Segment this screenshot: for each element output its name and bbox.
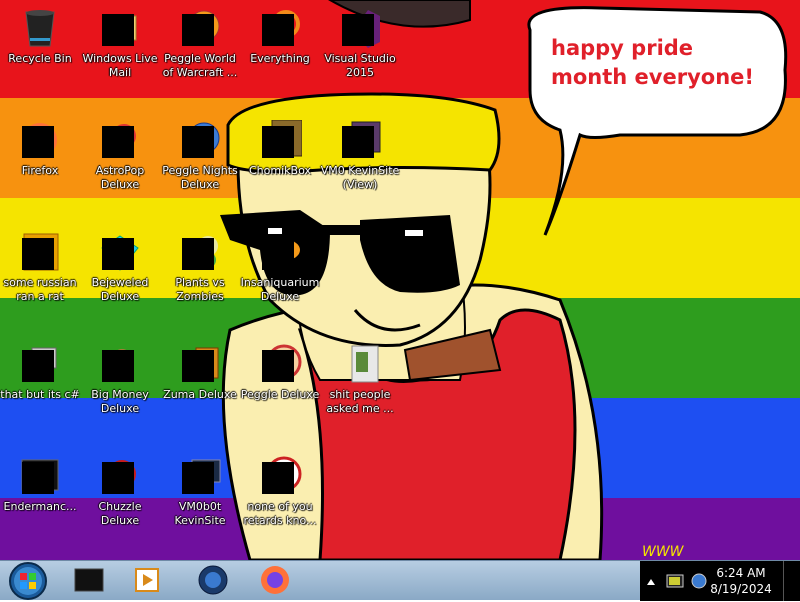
desktop-icon-label: Insaniquarium Deluxe [240, 276, 320, 303]
redaction-block [22, 126, 54, 158]
desktop-icon-vm0b0t-kevinsite[interactable]: VM0b0t KevinSite [160, 456, 240, 528]
desktop-icon-chomikbox[interactable]: ChomikBox [240, 120, 320, 178]
desktop-icon-label: Endermanc... [3, 500, 77, 513]
desktop-icon-label: Peggle World of Warcraft ... [162, 52, 238, 79]
show-hidden-icons-button[interactable] [644, 561, 658, 601]
svg-text:WWW: WWW [642, 544, 685, 560]
desktop-icon-peggle-nights-deluxe[interactable]: Peggle Nights Deluxe [160, 120, 240, 192]
desktop-icon-label: Everything [250, 52, 310, 65]
redaction-block [102, 238, 134, 270]
desktop-icon-label: Recycle Bin [8, 52, 72, 65]
desktop-icon-zuma-deluxe[interactable]: Zuma Deluxe [160, 344, 240, 402]
terminal-icon [74, 568, 104, 592]
desktop-icon-peggle-deluxe[interactable]: Peggle Deluxe [240, 344, 320, 402]
desktop-icon-windows-live-mail[interactable]: Windows Live Mail [80, 8, 160, 80]
desktop-icon-label: Peggle Nights Deluxe [162, 164, 238, 191]
system-tray: 6:24 AM 8/19/2024 [640, 561, 800, 601]
desktop-icon-label: Windows Live Mail [82, 52, 158, 79]
taskbar-button-firefox[interactable] [248, 562, 302, 598]
desktop-icon-label: Zuma Deluxe [163, 388, 237, 401]
redaction-block [342, 126, 374, 158]
desktop-icon-label: VM0 KevinSite (View) [320, 164, 400, 191]
redaction-block [182, 462, 214, 494]
redaction-block [102, 126, 134, 158]
firefox-icon [261, 566, 289, 594]
redaction-block [262, 238, 294, 270]
desktop-icon-label: Firefox [21, 164, 59, 177]
desktop-icon-label: Plants vs Zombies [175, 276, 225, 303]
desktop-icon-chuzzle-deluxe[interactable]: Chuzzle Deluxe [80, 456, 160, 528]
desktop: WWW happy pride month everyone! Recycle … [0, 0, 800, 560]
desktop-icon-insaniquarium-deluxe[interactable]: Insaniquarium Deluxe [240, 232, 320, 304]
desktop-icon-label: ChomikBox [249, 164, 311, 177]
redaction-block [182, 350, 214, 382]
desktop-icon-label: Chuzzle Deluxe [98, 500, 142, 527]
desktop-icon-vm0-kevinsite-view[interactable]: VM0 KevinSite (View) [320, 120, 400, 192]
redaction-block [262, 14, 294, 46]
desktop-icon-bejeweled-deluxe[interactable]: Bejeweled Deluxe [80, 232, 160, 304]
desktop-icon-everything[interactable]: Everything [240, 8, 320, 66]
redaction-block [102, 14, 134, 46]
desktop-icon-some-russian-ran-a-rat[interactable]: some russian ran a rat [0, 232, 80, 304]
redaction-block [182, 238, 214, 270]
redaction-block [102, 462, 134, 494]
redaction-block [102, 350, 134, 382]
desktop-icon-label: that but its c# [0, 388, 80, 401]
desktop-icon-label: Bejeweled Deluxe [91, 276, 149, 303]
desktop-icon-endermanc[interactable]: Endermanc... [0, 456, 80, 514]
desktop-icon-label: Peggle Deluxe [240, 388, 320, 401]
desktop-icon-firefox[interactable]: Firefox [0, 120, 80, 178]
taskbar-button-browser-app[interactable] [186, 562, 240, 598]
globe-icon [198, 565, 228, 595]
desktop-icon-label: Big Money Deluxe [91, 388, 149, 415]
desktop-icon-label: AstroPop Deluxe [95, 164, 145, 191]
speech-bubble-text: happy pride month everyone! [551, 36, 754, 89]
desktop-icon-visual-studio-2015[interactable]: Visual Studio 2015 [320, 8, 400, 80]
taskbar-button-terminal-app[interactable] [62, 562, 116, 598]
media-player-icon [135, 568, 159, 592]
desktop-icon-label: Visual Studio 2015 [324, 52, 396, 79]
redaction-block [262, 350, 294, 382]
desktop-icon-label: shit people asked me ... [326, 388, 394, 415]
desktop-icon-peggle-world-of-warcraft[interactable]: Peggle World of Warcraft ... [160, 8, 240, 80]
redaction-block [262, 462, 294, 494]
desktop-icon-shit-people-asked-me[interactable]: shit people asked me ... [320, 344, 400, 416]
taskbar: 6:24 AM 8/19/2024 [0, 560, 800, 601]
desktop-icon-recycle-bin[interactable]: Recycle Bin [0, 8, 80, 66]
desktop-icon-label: none of you retards kno... [243, 500, 317, 527]
folder-icon [351, 345, 379, 383]
redaction-block [182, 14, 214, 46]
redaction-block [22, 238, 54, 270]
recycle-bin-icon [25, 10, 55, 47]
start-button[interactable] [4, 561, 48, 601]
redaction-block [262, 126, 294, 158]
redaction-block [22, 462, 54, 494]
show-desktop-button[interactable] [783, 561, 800, 601]
battery-icon[interactable] [664, 561, 686, 601]
desktop-icon-big-money-deluxe[interactable]: Big Money Deluxe [80, 344, 160, 416]
redaction-block [342, 14, 374, 46]
taskbar-button-media-player[interactable] [120, 562, 174, 598]
desktop-icon-that-but-its-csharp[interactable]: that but its c# [0, 344, 80, 402]
clock-date[interactable]: 8/19/2024 [706, 582, 776, 596]
desktop-icon-label: VM0b0t KevinSite [174, 500, 226, 527]
clock-time[interactable]: 6:24 AM [706, 566, 776, 580]
desktop-icon-none-of-you-retards[interactable]: none of you retards kno... [240, 456, 320, 528]
desktop-icon-label: some russian ran a rat [3, 276, 77, 303]
desktop-icon-astropop-deluxe[interactable]: AstroPop Deluxe [80, 120, 160, 192]
redaction-block [22, 350, 54, 382]
redaction-block [182, 126, 214, 158]
desktop-icon-plants-vs-zombies[interactable]: Plants vs Zombies [160, 232, 240, 304]
